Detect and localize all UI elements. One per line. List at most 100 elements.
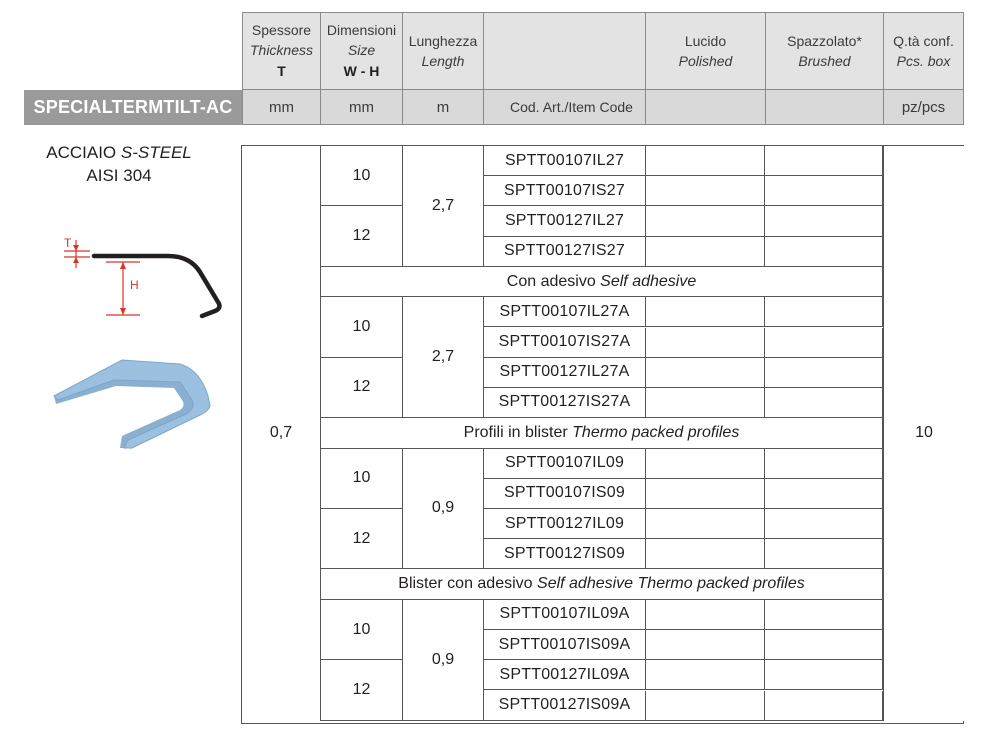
item-code-cell: SPTT00107IS27 [484, 176, 646, 207]
size-cell: 10 [321, 599, 403, 661]
product-table: SPTT00107IL27 SPTT00107IS27 10 SPTT00127IL2… [241, 145, 964, 724]
header-size-symbol: W - H [343, 63, 380, 79]
polished-cell [646, 206, 765, 237]
unit-polished [645, 89, 766, 125]
header-brushed-en: Brushed [798, 53, 851, 69]
header-polished: Lucido Polished [645, 12, 766, 90]
brushed-cell [765, 448, 883, 479]
qty-value-cell: 10 [883, 146, 964, 721]
profile-3d-image [53, 359, 211, 449]
brushed-cell [765, 176, 883, 207]
header-code-blank [483, 12, 646, 90]
header-qty: Q.tà conf. Pcs. box [883, 12, 964, 90]
material-grade: AISI 304 [86, 166, 152, 185]
unit-thickness: mm [242, 89, 321, 125]
header-length: Lunghezza Length [402, 12, 484, 90]
length-cell: 2,7 [403, 297, 484, 419]
item-code-cell: SPTT00107IS09A [484, 630, 646, 661]
thickness-value-cell: 0,7 [242, 146, 321, 721]
header-thickness-symbol: T [277, 63, 286, 79]
item-code-cell: SPTT00107IL09A [484, 599, 646, 631]
brushed-cell [765, 387, 883, 419]
polished-cell [646, 387, 765, 419]
polished-cell [646, 236, 765, 267]
item-code-cell: SPTT00127IL27 [484, 206, 646, 237]
header-length-en: Length [421, 53, 465, 69]
brushed-cell [765, 630, 883, 661]
polished-cell [646, 539, 765, 570]
section-label-it: Con adesivo [506, 272, 596, 290]
brushed-cell [765, 599, 883, 631]
material-label: ACCIAIO S-STEEL AISI 304 [24, 141, 214, 187]
item-code-cell: SPTT00127IS27 [484, 236, 646, 267]
brushed-cell [765, 690, 883, 721]
header-qty-en: Pcs. box [896, 53, 951, 69]
header-length-it: Lunghezza [408, 33, 478, 49]
item-code-cell: SPTT00127IS27A [484, 387, 646, 419]
header-thickness: Spessore Thickness T [242, 12, 321, 90]
material-en: S-STEEL [120, 143, 192, 162]
brushed-cell [765, 327, 883, 358]
section-header: Con adesivo Self adhesive [321, 266, 883, 298]
polished-cell [646, 599, 765, 631]
polished-cell [646, 297, 765, 328]
header-size-en: Size [347, 42, 376, 58]
header-size-it: Dimensioni [326, 22, 397, 38]
product-family-label: SPECIALTERMTILT-AC [24, 90, 242, 125]
length-cell: 2,7 [403, 146, 484, 267]
header-size: Dimensioni Size W - H [320, 12, 403, 90]
size-cell: 10 [321, 146, 403, 207]
unit-size: mm [320, 89, 403, 125]
section-header: Blister con adesivo Self adhesive Thermo… [321, 569, 883, 600]
item-code-cell: SPTT00107IL09 [484, 448, 646, 479]
polished-cell [646, 660, 765, 691]
brushed-cell [765, 297, 883, 328]
item-code-cell: SPTT00127IL09 [484, 509, 646, 540]
size-cell: 10 [321, 297, 403, 358]
size-cell: 12 [321, 357, 403, 419]
section-label-en: Thermo packed profiles [572, 423, 740, 441]
item-code-cell: SPTT00107IL27A [484, 297, 646, 328]
item-code-cell: SPTT00107IL27 [484, 146, 646, 177]
polished-cell [646, 690, 765, 721]
brushed-cell [765, 539, 883, 570]
header-polished-en: Polished [678, 53, 733, 69]
header-brushed: Spazzolato* Brushed [765, 12, 884, 90]
t-dimension-label: T [64, 236, 72, 250]
brushed-cell [765, 660, 883, 691]
section-label-it: Profili in blister [463, 423, 568, 441]
header-thickness-en: Thickness [249, 42, 314, 58]
size-cell: 10 [321, 448, 403, 509]
unit-length: m [402, 89, 484, 125]
item-code-cell: SPTT00127IS09A [484, 690, 646, 721]
brushed-cell [765, 236, 883, 267]
section-header: Profili in blister Thermo packed profile… [321, 418, 883, 449]
section-label-en: Self adhesive [600, 272, 697, 290]
item-code-cell: SPTT00107IS09 [484, 478, 646, 509]
section-label-it: Blister con adesivo [398, 575, 533, 593]
size-cell: 12 [321, 660, 403, 721]
polished-cell [646, 176, 765, 207]
size-cell: 12 [321, 509, 403, 570]
polished-cell [646, 630, 765, 661]
length-cell: 0,9 [403, 599, 484, 721]
polished-cell [646, 146, 765, 177]
material-it: ACCIAIO [46, 143, 117, 162]
item-code-cell: SPTT00127IS09 [484, 539, 646, 570]
item-code-cell: SPTT00107IS27A [484, 327, 646, 358]
brushed-cell [765, 146, 883, 177]
polished-cell [646, 478, 765, 509]
polished-cell [646, 509, 765, 540]
item-code-cell: SPTT00127IL27A [484, 357, 646, 388]
brushed-cell [765, 478, 883, 509]
profile-section-drawing: T H [64, 236, 222, 319]
polished-cell [646, 448, 765, 479]
brushed-cell [765, 509, 883, 540]
unit-brushed [765, 89, 884, 125]
polished-cell [646, 357, 765, 388]
header-thickness-it: Spessore [251, 22, 312, 38]
header-qty-it: Q.tà conf. [893, 33, 954, 49]
item-code-cell: SPTT00127IL09A [484, 660, 646, 691]
brushed-cell [765, 357, 883, 388]
polished-cell [646, 327, 765, 358]
